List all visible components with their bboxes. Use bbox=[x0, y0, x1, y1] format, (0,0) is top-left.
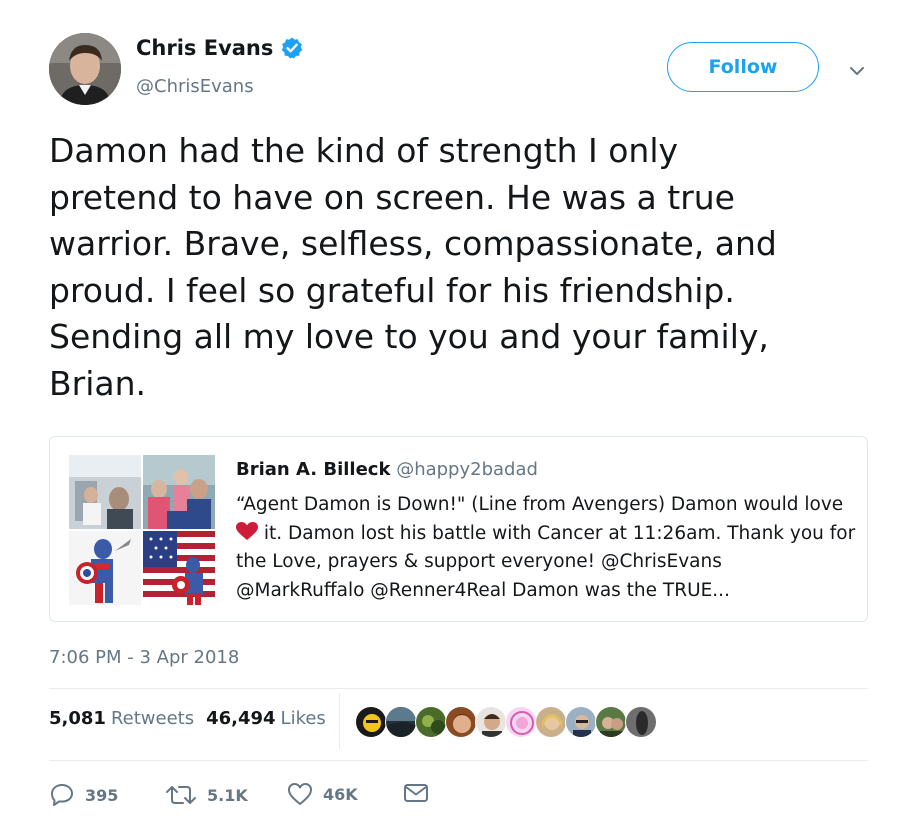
follow-button[interactable]: Follow bbox=[667, 42, 819, 92]
quoted-tweet-card[interactable]: Brian A. Billeck @happy2badad “Agent Dam… bbox=[49, 436, 868, 622]
media-thumbnail[interactable] bbox=[143, 531, 215, 605]
likes-label: Likes bbox=[280, 708, 326, 729]
quoted-tweet-media[interactable] bbox=[69, 455, 215, 605]
reply-button[interactable]: 395 bbox=[49, 782, 118, 808]
like-count: 46K bbox=[323, 784, 358, 804]
quoted-author-name[interactable]: Brian A. Billeck bbox=[236, 459, 390, 480]
reply-icon bbox=[49, 782, 75, 808]
verified-badge-icon bbox=[280, 36, 304, 60]
like-button[interactable]: 46K bbox=[287, 782, 358, 806]
liker-avatar[interactable] bbox=[505, 706, 537, 738]
quoted-author-handle[interactable]: @happy2badad bbox=[396, 459, 538, 480]
divider bbox=[49, 688, 868, 689]
liker-avatar[interactable] bbox=[445, 706, 477, 738]
direct-message-button[interactable] bbox=[403, 782, 429, 804]
stats-divider bbox=[339, 693, 340, 749]
author-handle[interactable]: @ChrisEvans bbox=[136, 76, 254, 97]
engagement-stats: 5,081 Retweets 46,494 Likes bbox=[49, 708, 326, 729]
chevron-down-icon[interactable] bbox=[846, 60, 868, 82]
liker-avatar[interactable] bbox=[595, 706, 627, 738]
quoted-author-row[interactable]: Brian A. Billeck @happy2badad bbox=[236, 459, 538, 480]
retweets-count: 5,081 bbox=[49, 708, 106, 729]
retweets-stat[interactable]: 5,081 Retweets bbox=[49, 708, 194, 729]
quoted-text-part-2: it. Damon lost his battle with Cancer at… bbox=[236, 522, 856, 601]
likes-stat[interactable]: 46,494 Likes bbox=[206, 708, 326, 729]
retweet-button[interactable]: 5.1K bbox=[165, 782, 248, 808]
quoted-text-part-1: “Agent Damon is Down!" (Line from Avenge… bbox=[236, 494, 844, 515]
quoted-tweet-text: “Agent Damon is Down!" (Line from Avenge… bbox=[236, 491, 856, 605]
media-thumbnail[interactable] bbox=[69, 531, 141, 605]
liker-avatar[interactable] bbox=[535, 706, 567, 738]
liker-avatar[interactable] bbox=[475, 706, 507, 738]
author-avatar[interactable] bbox=[49, 33, 121, 105]
tweet-timestamp[interactable]: 7:06 PM - 3 Apr 2018 bbox=[49, 647, 239, 668]
likes-count: 46,494 bbox=[206, 708, 276, 729]
media-thumbnail[interactable] bbox=[143, 455, 215, 529]
liker-avatar[interactable] bbox=[565, 706, 597, 738]
like-icon bbox=[287, 782, 313, 806]
heart-emoji-icon bbox=[236, 521, 258, 541]
tweet-text: Damon had the kind of strength I only pr… bbox=[49, 131, 777, 403]
liker-avatar[interactable] bbox=[355, 706, 387, 738]
retweet-count: 5.1K bbox=[207, 785, 248, 805]
tweet-actions: 395 5.1K 46K bbox=[49, 782, 469, 812]
media-thumbnail[interactable] bbox=[69, 455, 141, 529]
direct-message-icon bbox=[403, 782, 429, 804]
liker-avatar[interactable] bbox=[385, 706, 417, 738]
liker-avatar[interactable] bbox=[415, 706, 447, 738]
retweet-icon bbox=[165, 782, 197, 808]
liker-avatar[interactable] bbox=[625, 706, 657, 738]
author-name-row[interactable]: Chris Evans bbox=[136, 36, 304, 60]
divider bbox=[49, 760, 868, 761]
author-name[interactable]: Chris Evans bbox=[136, 36, 273, 60]
retweets-label: Retweets bbox=[110, 708, 195, 729]
reply-count: 395 bbox=[85, 785, 119, 805]
